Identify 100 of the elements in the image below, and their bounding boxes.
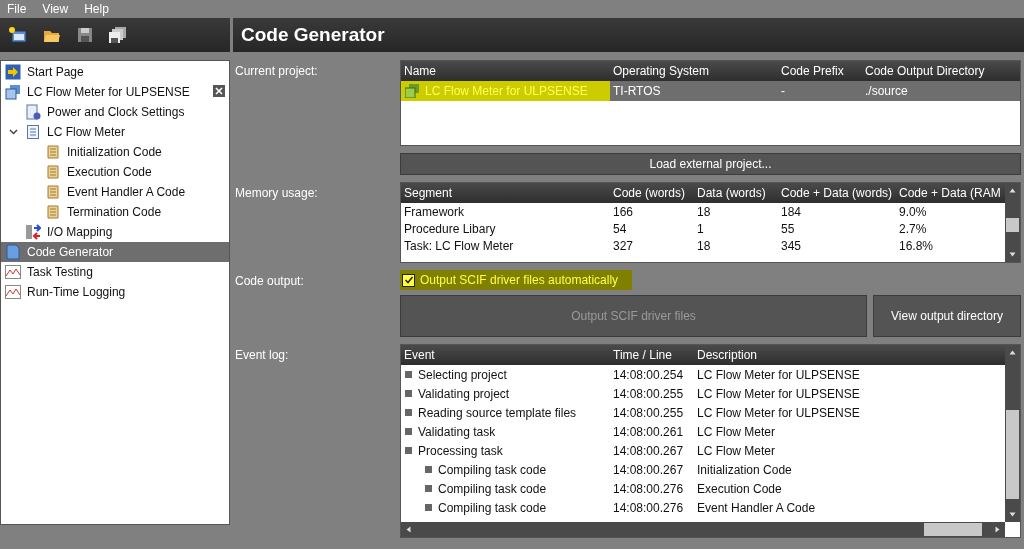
table-cell: Validating project: [418, 386, 510, 401]
table-cell-text: 1: [696, 221, 705, 236]
windows-icon: [5, 84, 21, 100]
column-header: Time / Line: [612, 348, 673, 362]
bullet-icon: [405, 390, 412, 397]
tree-item[interactable]: Event Handler A Code: [1, 182, 229, 202]
table-cell-text: 14:08:00.254: [612, 367, 685, 382]
line-chart-icon: [5, 285, 21, 299]
bullet-icon: [405, 371, 412, 378]
table-row[interactable]: LC Flow Meter for ULPSENSE TI-RTOS - ./source: [401, 81, 1020, 101]
table-cell-text: 55: [780, 221, 796, 236]
table-cell-text: 14:08:00.276: [612, 500, 685, 515]
table-cell-text: LC Flow Meter: [696, 443, 777, 458]
bullet-icon: [425, 504, 432, 511]
table-cell-text: Procedure Libary: [403, 221, 497, 236]
tree-item[interactable]: Power and Clock Settings: [1, 102, 229, 122]
table-cell-text: 14:08:00.276: [612, 481, 685, 496]
table-cell-text: 14:08:00.255: [612, 405, 685, 420]
section-label: Code output:: [234, 273, 305, 290]
table-cell: Validating task: [418, 424, 496, 439]
scroll-icon: [45, 144, 61, 160]
tree-item[interactable]: Start Page: [1, 62, 229, 82]
table-cell-text: Framework: [403, 204, 465, 219]
load-project-button[interactable]: Load external project...: [400, 153, 1021, 175]
table-cell-text: LC Flow Meter for ULPSENSE: [696, 386, 861, 401]
page-title: Code Generator: [241, 24, 385, 46]
table-cell: Compiling task code: [438, 500, 547, 515]
column-header: Operating System: [612, 64, 711, 78]
table-cell-text: 18: [696, 204, 712, 219]
table-cell-text: 16.8%: [898, 238, 935, 253]
table-cell-text: 184: [780, 204, 803, 219]
windows-icon: [405, 84, 419, 98]
chevron-down-icon[interactable]: [9, 129, 18, 135]
tree-item-label: Start Page: [27, 65, 84, 79]
table-cell-text: 2.7%: [898, 221, 928, 236]
document-icon: [25, 124, 41, 140]
tree-item[interactable]: LC Flow Meter: [1, 122, 229, 142]
scrollbar-thumb[interactable]: [924, 523, 982, 536]
checkbox[interactable]: [402, 273, 415, 287]
tree-item[interactable]: Code Generator: [1, 242, 229, 262]
table-cell-text: LC Flow Meter: [696, 424, 777, 439]
table-cell-text: 54: [612, 221, 628, 236]
tree-item[interactable]: Execution Code: [1, 162, 229, 182]
bullet-icon: [405, 447, 412, 454]
table-cell-text: 14:08:00.267: [612, 443, 685, 458]
table-cell-text: 327: [612, 238, 635, 253]
tree-item-label: LC Flow Meter: [47, 125, 126, 139]
floppy-disks-icon[interactable]: [109, 27, 127, 43]
bullet-icon: [405, 428, 412, 435]
table-cell-text: 14:08:00.267: [612, 462, 685, 477]
tree-item[interactable]: Task Testing: [1, 262, 229, 282]
tree-item-label: Task Testing: [27, 265, 93, 279]
table-cell-text: 18: [696, 238, 712, 253]
bullet-icon: [425, 466, 432, 473]
column-header: Code + Data (words): [780, 186, 894, 200]
table-cell-text: Task: LC Flow Meter: [403, 238, 515, 253]
menu-item[interactable]: View: [42, 2, 69, 16]
arrow-icon: [5, 64, 21, 80]
section-label: Event log:: [234, 347, 290, 364]
action-button[interactable]: View output directory: [873, 295, 1021, 337]
column-header: Code + Data (RAM: [898, 186, 1002, 200]
tree-item-label: LC Flow Meter for ULPSENSE: [27, 85, 190, 99]
tree-item-label: Run-Time Logging: [27, 285, 126, 299]
column-header: Name: [403, 64, 437, 78]
document-gear-icon: [25, 104, 41, 120]
tree-item[interactable]: Initialization Code: [1, 142, 229, 162]
scrollbar-thumb[interactable]: [1006, 218, 1019, 232]
line-chart-icon: [5, 265, 21, 279]
table-cell: Selecting project: [418, 367, 507, 382]
table-cell: Processing task: [418, 443, 503, 458]
table-cell-text: LC Flow Meter for ULPSENSE: [696, 405, 861, 420]
menu-item[interactable]: Help: [84, 2, 109, 16]
tree-item-label: Code Generator: [27, 245, 114, 259]
close-icon[interactable]: [213, 85, 225, 97]
table-cell-text: Initialization Code: [696, 462, 793, 477]
tree-item[interactable]: I/O Mapping: [1, 222, 229, 242]
section-label: Memory usage:: [234, 185, 319, 202]
table-cell-text: 9.0%: [898, 204, 928, 219]
table-cell-text: -: [780, 84, 786, 98]
menu-item[interactable]: File: [7, 2, 27, 16]
tree-item[interactable]: Termination Code: [1, 202, 229, 222]
new-window-icon[interactable]: [9, 27, 27, 43]
scrollbar-thumb[interactable]: [1006, 410, 1019, 499]
scroll-icon: [45, 204, 61, 220]
tree-item[interactable]: LC Flow Meter for ULPSENSE: [1, 82, 229, 102]
table-cell-text: ./source: [864, 84, 909, 98]
tree-item-label: Event Handler A Code: [67, 185, 186, 199]
code-file-icon: [5, 244, 21, 260]
bullet-icon: [405, 409, 412, 416]
auto-output-checkbox[interactable]: Output SCIF driver files automatically: [400, 270, 633, 290]
tree-item-label: I/O Mapping: [47, 225, 113, 239]
scroll-icon: [45, 184, 61, 200]
tree-item-label: Termination Code: [67, 205, 162, 219]
tree-item-label: Power and Clock Settings: [47, 105, 185, 119]
tree-item[interactable]: Run-Time Logging: [1, 282, 229, 302]
table-cell: Reading source template files: [418, 405, 577, 420]
table-cell-text: Event Handler A Code: [696, 500, 817, 515]
section-label: Current project:: [234, 63, 319, 80]
column-header: Event: [403, 348, 436, 362]
table-cell: Compiling task code: [438, 462, 547, 477]
